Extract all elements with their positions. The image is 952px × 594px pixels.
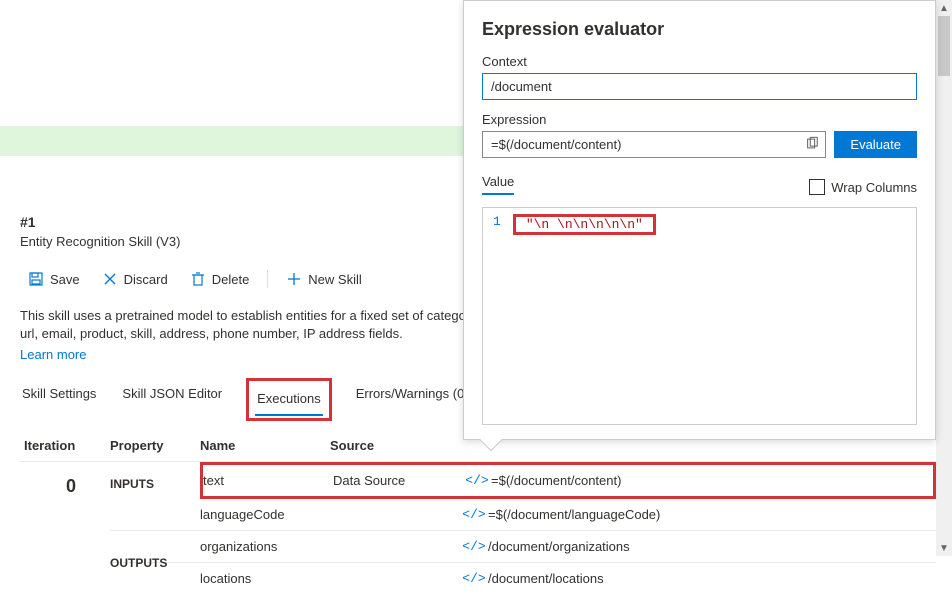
tab-json-editor[interactable]: Skill JSON Editor <box>120 378 224 421</box>
header-name: Name <box>200 438 330 453</box>
expression-input[interactable]: =$(/document/content) <box>482 131 826 158</box>
value-tab[interactable]: Value <box>482 174 514 195</box>
row-name: languageCode <box>200 507 330 522</box>
popup-title: Expression evaluator <box>482 19 917 40</box>
learn-more-link[interactable]: Learn more <box>20 347 86 362</box>
code-icon[interactable]: </> <box>462 571 485 586</box>
header-iteration: Iteration <box>20 438 110 453</box>
executions-highlight: Executions <box>246 378 332 421</box>
executions-table: Iteration Property Name Source INPUTS <box>20 430 936 594</box>
code-icon[interactable]: </> <box>465 473 488 488</box>
line-number: 1 <box>493 214 501 229</box>
delete-button[interactable]: Delete <box>182 267 258 291</box>
value-output: "\n \n\n\n\n\n" <box>513 214 656 235</box>
discard-button[interactable]: Discard <box>94 267 176 291</box>
scroll-down-arrow[interactable]: ▼ <box>936 540 952 556</box>
table-row[interactable]: OUTPUTS organizations </> /document/orga… <box>110 531 936 563</box>
table-row[interactable]: languageCode </> =$(/document/languageCo… <box>110 499 936 531</box>
header-source: Source <box>330 438 460 453</box>
context-input[interactable]: /document <box>482 73 917 100</box>
page-scrollbar[interactable]: ▲ ▼ <box>936 0 952 556</box>
row-path: =$(/document/content) <box>491 473 933 488</box>
save-icon <box>28 271 44 287</box>
wrap-label: Wrap Columns <box>831 180 917 195</box>
row-source: Data Source <box>333 473 463 488</box>
discard-icon <box>102 271 118 287</box>
scroll-thumb[interactable] <box>938 16 950 76</box>
discard-label: Discard <box>124 272 168 287</box>
row-name: text <box>203 473 333 488</box>
copy-icon[interactable] <box>805 136 819 153</box>
row-path: /document/locations <box>488 571 936 586</box>
header-property: Property <box>110 438 200 453</box>
evaluate-button[interactable]: Evaluate <box>834 131 917 158</box>
row-path: =$(/document/languageCode) <box>488 507 936 522</box>
context-label: Context <box>482 54 917 69</box>
row-name: locations <box>200 571 330 586</box>
table-row[interactable]: locations </> /document/locations <box>110 563 936 594</box>
new-skill-label: New Skill <box>308 272 361 287</box>
outputs-label: OUTPUTS <box>110 556 167 570</box>
scroll-up-arrow[interactable]: ▲ <box>936 0 952 16</box>
code-icon[interactable]: </> <box>462 507 485 522</box>
value-output-area: 1 "\n \n\n\n\n\n" <box>482 207 917 425</box>
delete-icon <box>190 271 206 287</box>
tab-skill-settings[interactable]: Skill Settings <box>20 378 98 421</box>
iteration-number: 0 <box>38 476 76 497</box>
expression-label: Expression <box>482 112 917 127</box>
row-name: organizations <box>200 539 330 554</box>
expression-value: =$(/document/content) <box>491 137 621 152</box>
expression-evaluator-popup: Expression evaluator Context /document E… <box>463 0 936 440</box>
tab-executions[interactable]: Executions <box>255 383 323 416</box>
plus-icon <box>286 271 302 287</box>
table-row[interactable]: text Data Source </> =$(/document/conten… <box>200 462 936 499</box>
checkbox-box[interactable] <box>809 179 825 195</box>
save-button[interactable]: Save <box>20 267 88 291</box>
row-path: /document/organizations <box>488 539 936 554</box>
tab-errors-warnings[interactable]: Errors/Warnings (0) <box>354 378 471 421</box>
save-label: Save <box>50 272 80 287</box>
new-skill-button[interactable]: New Skill <box>278 267 369 291</box>
code-icon[interactable]: </> <box>462 539 485 554</box>
toolbar-divider <box>267 270 268 288</box>
wrap-columns-checkbox[interactable]: Wrap Columns <box>809 179 917 195</box>
inputs-label: INPUTS <box>110 477 154 491</box>
context-value: /document <box>491 79 552 94</box>
delete-label: Delete <box>212 272 250 287</box>
